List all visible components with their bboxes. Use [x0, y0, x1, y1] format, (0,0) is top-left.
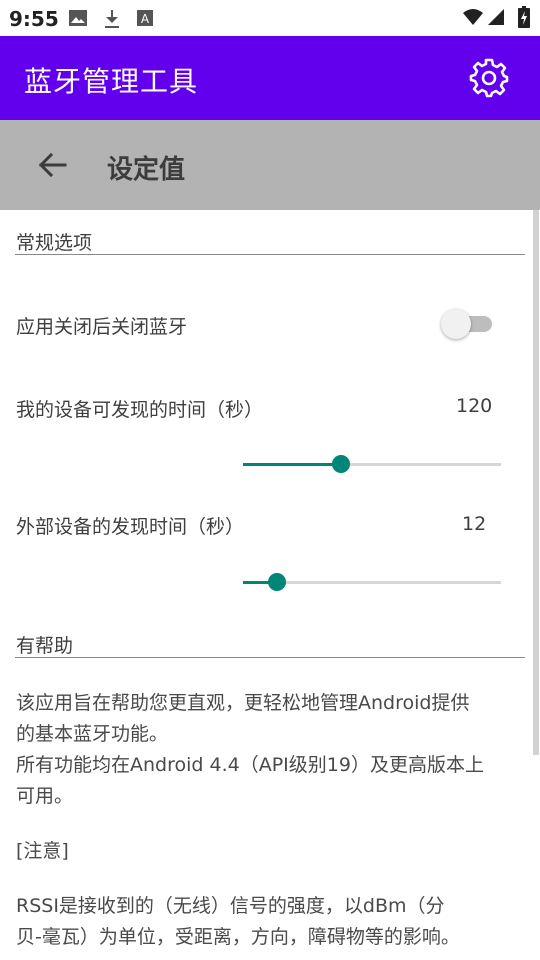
battery-icon: [518, 6, 530, 28]
switch-knob[interactable]: [441, 309, 471, 339]
help-note-title: [注意]: [16, 840, 69, 862]
scan-time-label: 外部设备的发现时间（秒）: [16, 516, 245, 538]
section-divider: [15, 657, 525, 658]
scan-time-value: 12: [462, 513, 487, 535]
discoverable-time-label: 我的设备可发现的时间（秒）: [16, 399, 264, 421]
help-line: RSSI是接收到的（无线）信号的强度，以dBm（分: [16, 895, 445, 917]
help-rssi-text: RSSI是接收到的（无线）信号的强度，以dBm（分 贝-毫瓦）为单位，受距离，方…: [16, 891, 522, 953]
section-divider: [15, 254, 525, 255]
scan-time-slider[interactable]: [243, 573, 501, 591]
help-line: 所有功能均在Android 4.4（API级别19）及更高版本上: [16, 754, 484, 776]
help-line: 贝-毫瓦）为单位，受距离，方向，障碍物等的影响。: [16, 926, 460, 948]
status-time: 9:55: [9, 7, 59, 31]
discoverable-time-value: 120: [456, 395, 493, 417]
image-icon: [69, 10, 87, 26]
slider-thumb[interactable]: [267, 573, 286, 591]
help-line: 的基本蓝牙功能。: [16, 723, 169, 745]
section-title-general: 常规选项: [16, 232, 93, 254]
page-title: 设定值: [107, 155, 186, 185]
close-bluetooth-label: 应用关闭后关闭蓝牙: [16, 316, 188, 338]
help-line: 可用。: [16, 785, 74, 807]
scrollbar[interactable]: [533, 210, 539, 755]
discoverable-time-slider[interactable]: [243, 455, 501, 473]
download-icon: [105, 10, 119, 28]
help-line: 该应用旨在帮助您更直观，更轻松地管理Android提供: [16, 692, 470, 714]
arrow-left-icon[interactable]: [36, 150, 70, 180]
gear-icon[interactable]: [469, 58, 509, 98]
status-bar: 9:55 A: [0, 0, 540, 36]
app-title: 蓝牙管理工具: [24, 65, 199, 98]
app-bar: 蓝牙管理工具: [0, 36, 540, 120]
svg-text:A: A: [141, 12, 150, 26]
help-description: 该应用旨在帮助您更直观，更轻松地管理Android提供 的基本蓝牙功能。 所有功…: [16, 688, 522, 812]
slider-thumb[interactable]: [332, 455, 351, 473]
slider-fill: [243, 463, 342, 466]
font-icon: A: [137, 10, 153, 26]
settings-header: 设定值: [0, 120, 540, 210]
wifi-icon: [463, 9, 483, 25]
signal-icon: [488, 9, 504, 25]
section-title-help: 有帮助: [16, 635, 74, 657]
